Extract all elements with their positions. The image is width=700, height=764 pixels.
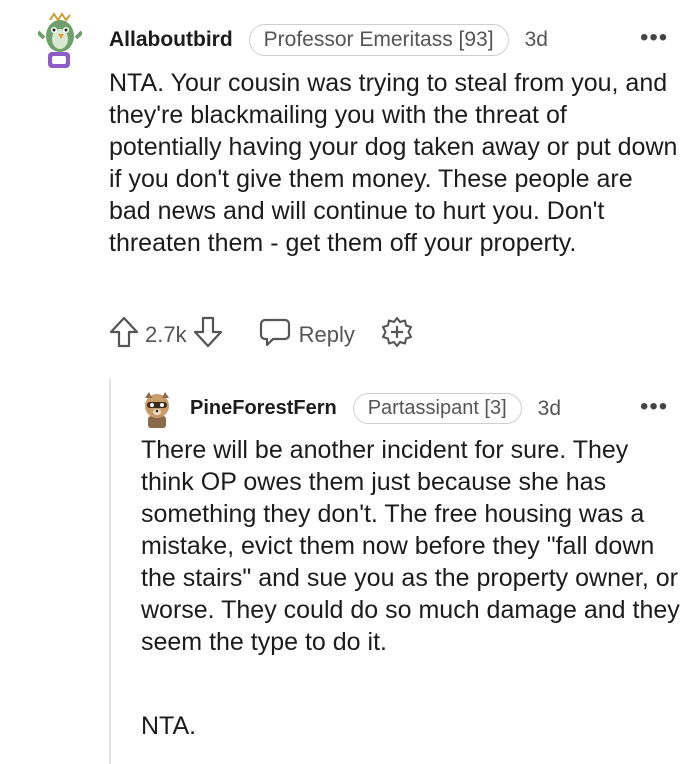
comment-age: 3d — [524, 28, 548, 51]
vote-count: 2.7k — [145, 322, 187, 347]
comment-actions: 2.7k Reply — [109, 316, 413, 354]
comment-body-verdict: NTA. — [141, 712, 197, 740]
reply-bubble-icon — [259, 317, 291, 353]
reply-label: Reply — [298, 322, 355, 347]
upvote-icon[interactable] — [109, 316, 139, 354]
more-options-icon[interactable]: ••• — [640, 24, 668, 52]
username[interactable]: PineForestFern — [190, 397, 337, 420]
username[interactable]: Allaboutbird — [109, 28, 233, 52]
comment-age: 3d — [537, 396, 562, 420]
comment-body: NTA. Your cousin was trying to steal fro… — [109, 69, 678, 257]
award-plus-icon[interactable] — [381, 316, 413, 354]
user-flair: Professor Emeritass [93] — [248, 24, 509, 56]
user-flair: Partassipant [3] — [352, 393, 522, 424]
comment-header: PineForestFern Partassipant [3] 3d — [190, 393, 561, 424]
raccoon-avatar-icon[interactable] — [140, 390, 174, 430]
comment-body: There will be another incident for sure.… — [141, 436, 680, 656]
more-options-icon[interactable]: ••• — [640, 393, 668, 421]
reply-button[interactable]: Reply — [259, 317, 355, 353]
thread-line[interactable] — [109, 378, 111, 764]
bird-avatar-icon[interactable] — [36, 12, 84, 68]
downvote-icon[interactable] — [193, 316, 223, 354]
comment-header: Allaboutbird Professor Emeritass [93] 3d — [109, 24, 548, 56]
